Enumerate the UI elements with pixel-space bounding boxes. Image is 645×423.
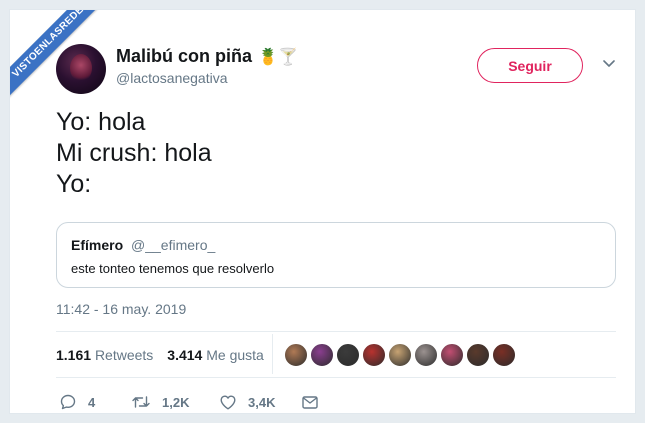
retweets-count: 1.161 [56, 347, 92, 363]
reply-action[interactable]: 4 [60, 394, 132, 410]
liker-avatar[interactable] [362, 343, 386, 367]
liker-avatar[interactable] [310, 343, 334, 367]
quoted-tweet-text: este tonteo tenemos que resolverlo [71, 261, 275, 276]
watermark-text: VISTOENLASREDES [10, 10, 91, 80]
likes-label: Me gusta [206, 347, 264, 363]
action-bar: 4 1,2K 3,4K [60, 394, 318, 410]
liker-avatar[interactable] [440, 343, 464, 367]
envelope-icon [302, 395, 318, 409]
reply-count: 4 [88, 394, 96, 410]
retweet-count: 1,2K [162, 394, 190, 410]
watermark-ribbon-clip: VISTOENLASREDES .com [10, 10, 120, 120]
likes-count: 3.414 [167, 347, 203, 363]
retweets-label: Retweets [94, 347, 154, 363]
quoted-tweet[interactable]: Efímero @__efimero_ este tonteo tenemos … [56, 222, 616, 288]
watermark-ribbon: VISTOENLASREDES [10, 10, 112, 101]
liker-avatar[interactable] [466, 343, 490, 367]
stats-separator [272, 334, 273, 374]
follow-button[interactable]: Seguir [477, 48, 583, 83]
heart-icon [220, 395, 236, 409]
tweet-line: Yo: [56, 170, 92, 198]
like-action[interactable]: 3,4K [220, 395, 302, 410]
retweets-stat[interactable]: 1.161 Retweets [56, 347, 153, 363]
liker-avatar[interactable] [492, 343, 516, 367]
retweet-action[interactable]: 1,2K [132, 395, 220, 410]
tweet-timestamp[interactable]: 11:42 - 16 may. 2019 [56, 301, 186, 317]
quoted-author-handle: @__efimero_ [131, 237, 216, 253]
retweet-icon [132, 396, 150, 408]
tweet-card: VISTOENLASREDES .com Malibú con piña 🍍🍸 … [9, 9, 636, 414]
tweet-text: Yo: hola Mi crush: hola Yo: [56, 107, 212, 200]
liker-avatars [284, 343, 516, 367]
divider [56, 331, 616, 332]
quoted-author-name: Efímero [71, 237, 124, 253]
message-action[interactable] [302, 395, 318, 409]
author-name-row: Malibú con piña 🍍🍸 [116, 46, 298, 67]
liker-avatar[interactable] [336, 343, 360, 367]
author-handle[interactable]: @lactosanegativa [116, 70, 228, 86]
quoted-tweet-header: Efímero @__efimero_ [71, 237, 215, 253]
liker-avatar[interactable] [414, 343, 438, 367]
like-count: 3,4K [248, 394, 276, 410]
engagement-stats: 1.161 Retweets 3.414 Me gusta [56, 347, 264, 363]
likes-stat[interactable]: 3.414 Me gusta [167, 347, 264, 363]
author-display-name[interactable]: Malibú con piña [116, 46, 252, 67]
liker-avatar[interactable] [388, 343, 412, 367]
follow-button-label: Seguir [508, 57, 552, 74]
divider [56, 377, 616, 378]
author-emojis: 🍍🍸 [258, 48, 298, 66]
chevron-down-icon[interactable] [603, 60, 615, 68]
tweet-line: Mi crush: hola [56, 139, 212, 167]
liker-avatar[interactable] [284, 343, 308, 367]
reply-icon [60, 394, 76, 410]
